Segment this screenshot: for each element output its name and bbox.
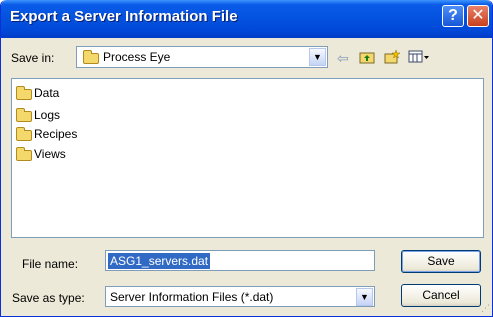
close-button[interactable]: ✕	[467, 5, 489, 27]
views-menu-icon[interactable]	[408, 50, 430, 67]
save-as-type-value: Server Information Files (*.dat)	[110, 290, 274, 304]
new-folder-icon[interactable]	[384, 49, 401, 67]
folder-icon	[16, 108, 32, 122]
folder-icon	[16, 147, 32, 161]
save-in-dropdown[interactable]: Process Eye ▼	[76, 46, 328, 68]
file-name-value: ASG1_servers.dat	[108, 253, 211, 269]
save-in-label: Save in:	[11, 51, 55, 65]
file-list[interactable]: Data Logs Recipes Views	[11, 78, 484, 238]
folder-icon	[16, 86, 32, 100]
dialog-title: Export a Server Information File	[10, 8, 238, 25]
save-button[interactable]: Save	[401, 250, 481, 273]
title-bar[interactable]: Export a Server Information File ? ✕	[1, 0, 492, 38]
up-folder-icon[interactable]	[359, 50, 375, 67]
cancel-button[interactable]: Cancel	[401, 284, 481, 307]
save-as-type-dropdown[interactable]: Server Information Files (*.dat) ▼	[105, 286, 375, 307]
folder-icon	[83, 50, 99, 64]
resize-grip-icon[interactable]: ⋰	[481, 303, 490, 314]
file-item-label: Views	[34, 147, 66, 161]
back-arrow-icon[interactable]: ⇦	[337, 50, 349, 67]
folder-icon	[16, 127, 32, 141]
file-name-input[interactable]: ASG1_servers.dat	[105, 250, 375, 271]
export-dialog: Export a Server Information File ? ✕ Sav…	[0, 0, 493, 317]
help-button[interactable]: ?	[442, 5, 464, 27]
file-name-label: File name:	[22, 257, 79, 271]
chevron-down-icon[interactable]: ▼	[309, 48, 326, 66]
save-in-value: Process Eye	[103, 50, 171, 64]
file-item-label: Logs	[34, 108, 61, 122]
file-item-label: Data	[34, 86, 60, 100]
file-item-label: Recipes	[34, 127, 78, 141]
save-as-type-label: Save as type:	[12, 291, 85, 305]
chevron-down-icon[interactable]: ▼	[356, 288, 373, 306]
